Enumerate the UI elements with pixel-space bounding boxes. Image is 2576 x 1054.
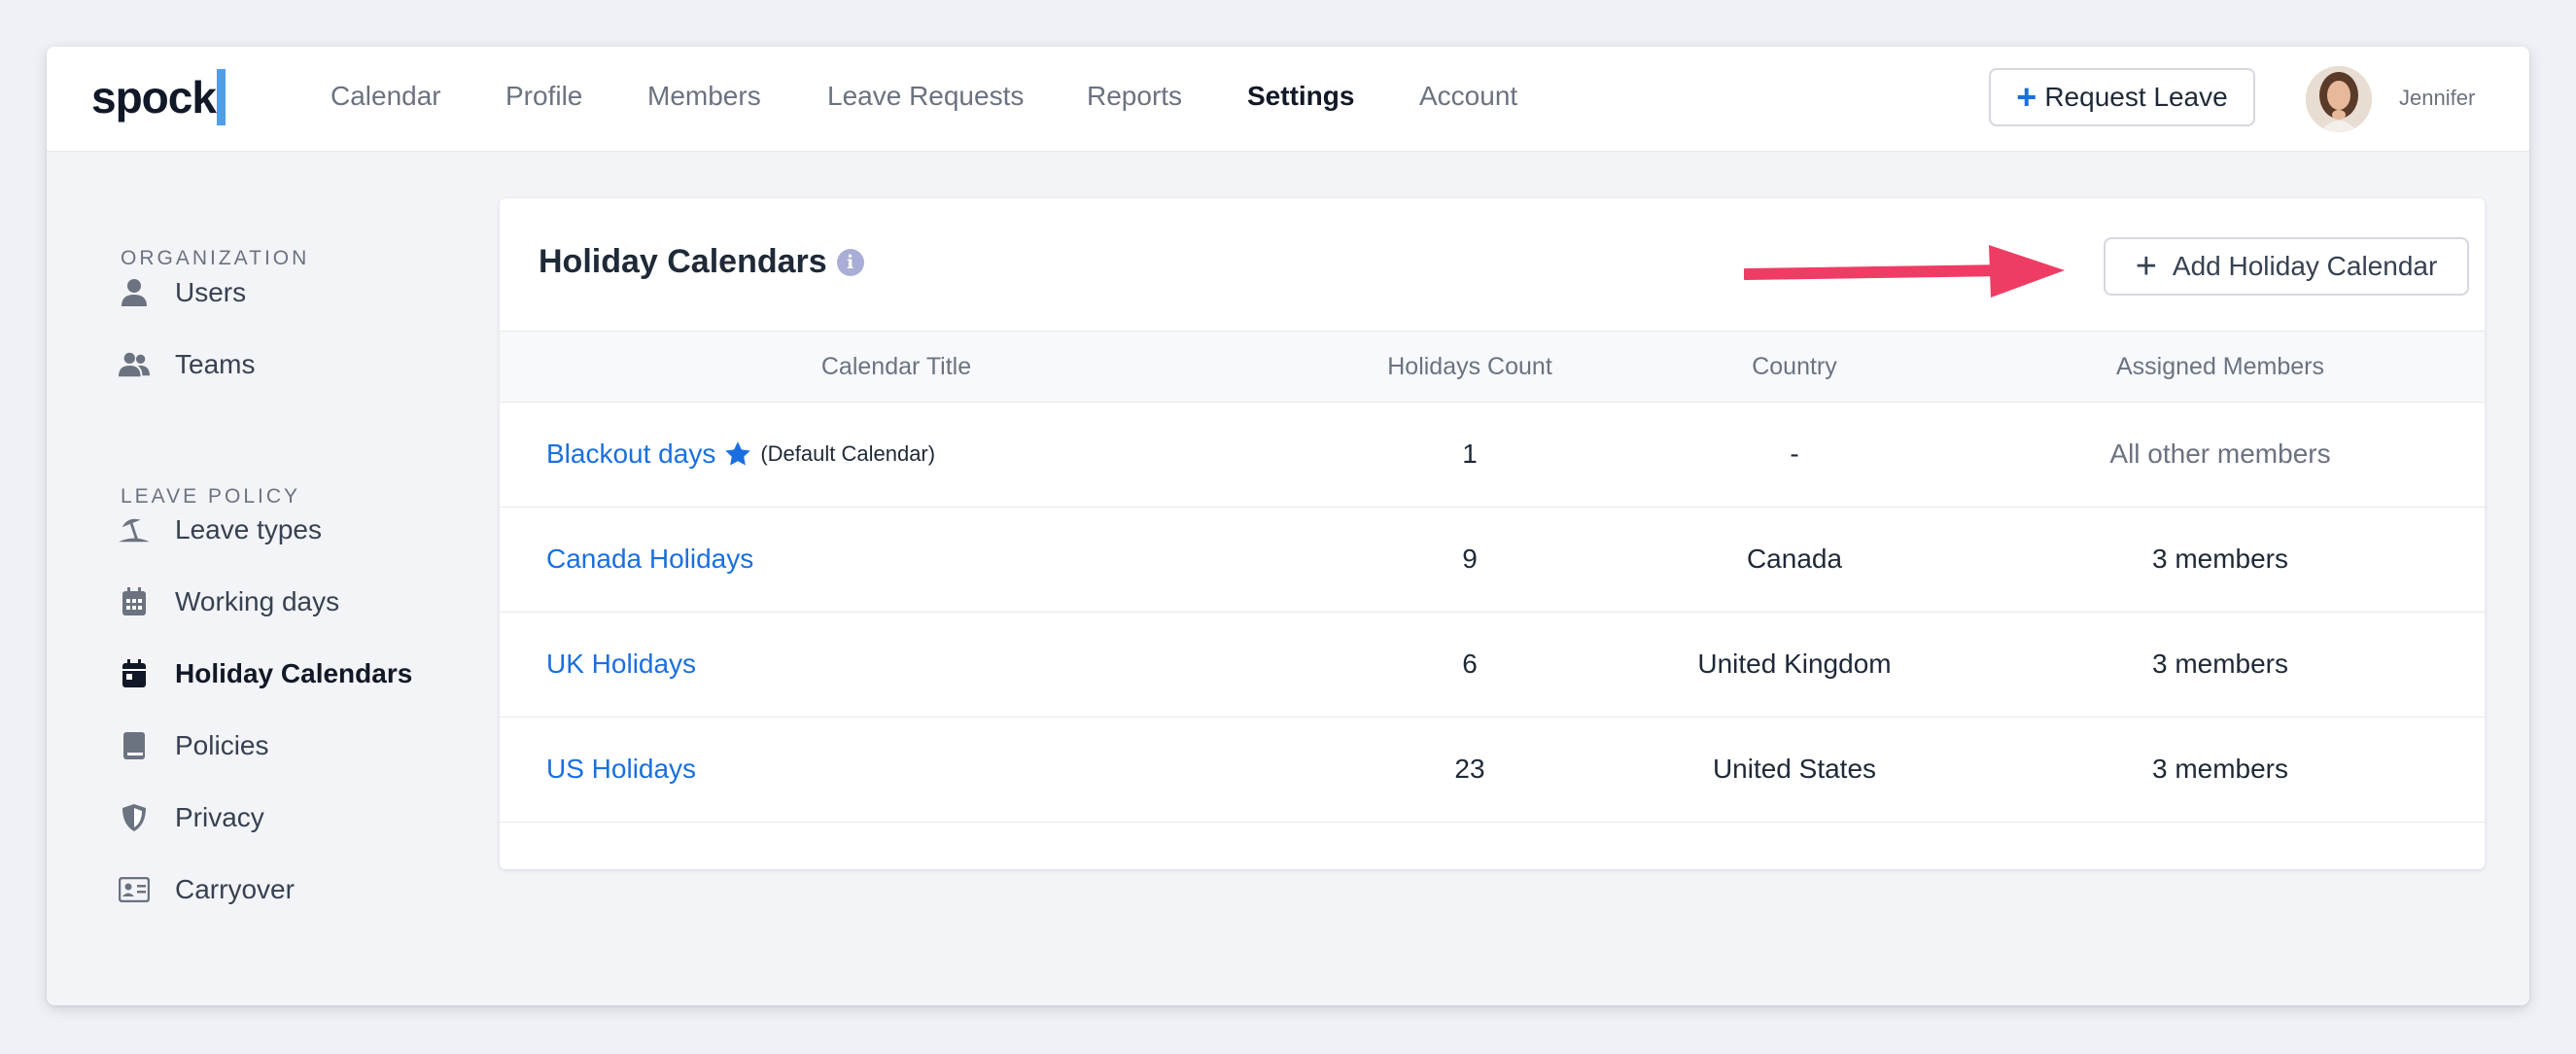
pointer-arrow [1744, 245, 2065, 298]
sidebar-item-teams[interactable]: Teams [119, 340, 488, 389]
calendar-title-cell[interactable]: Blackout days (Default Calendar) [546, 438, 935, 471]
sidebar-item-users[interactable]: Users [119, 268, 488, 317]
user-icon [119, 277, 150, 308]
calendar-title-link[interactable]: UK Holidays [546, 648, 696, 681]
page-title: Holiday Calendars i [539, 243, 864, 281]
calendar-title-link[interactable]: Blackout days [546, 438, 715, 471]
holidays-count-cell: 23 [1454, 754, 1485, 784]
sidebar-item-label: Users [175, 277, 247, 307]
sidebar-item-label: Carryover [175, 874, 295, 904]
sidebar-item-label: Holiday Calendars [175, 658, 413, 688]
request-leave-button[interactable]: + Request Leave [1989, 68, 2255, 126]
column-header-holidays-count[interactable]: Holidays Count [1334, 353, 1606, 381]
country-cell: Canada [1746, 544, 1843, 574]
holidays-count-cell: 6 [1462, 649, 1478, 679]
country-cell: United States [1712, 754, 1877, 784]
nav-profile[interactable]: Profile [505, 80, 582, 113]
table-row[interactable]: Canada Holidays 9 Canada 3 members [500, 508, 2485, 613]
sidebar-item-label: Leave types [175, 514, 322, 545]
shield-icon [119, 802, 150, 833]
nav-settings[interactable]: Settings [1247, 80, 1354, 113]
calendar-title-cell[interactable]: US Holidays [546, 753, 696, 786]
book-icon [119, 730, 150, 761]
holidays-count-cell: 1 [1462, 439, 1478, 469]
sidebar-item-holiday-calendars[interactable]: Holiday Calendars [119, 650, 488, 698]
assigned-members-cell: 3 members [2151, 544, 2289, 574]
sidebar-item-label: Teams [175, 349, 256, 379]
nav-members[interactable]: Members [647, 80, 761, 113]
assigned-members-cell: 3 members [2151, 649, 2289, 679]
calendar-title-cell[interactable]: UK Holidays [546, 648, 696, 681]
page-title-text: Holiday Calendars [539, 243, 827, 280]
section-title-organization: ORGANIZATION [121, 247, 310, 269]
nav-account[interactable]: Account [1419, 80, 1517, 113]
calendar-day-icon [119, 658, 150, 689]
calendar-grid-icon [119, 586, 150, 617]
add-holiday-calendar-label: Add Holiday Calendar [2172, 251, 2438, 281]
id-card-icon [119, 874, 150, 905]
calendar-title-cell[interactable]: Canada Holidays [546, 543, 753, 576]
country-cell: United Kingdom [1697, 649, 1892, 679]
sidebar-item-working-days[interactable]: Working days [119, 578, 488, 626]
assigned-members-cell: 3 members [2151, 754, 2289, 784]
user-avatar[interactable] [2306, 66, 2372, 132]
table-row[interactable]: Blackout days (Default Calendar) 1 - All… [500, 403, 2485, 508]
holidays-count-cell: 9 [1462, 544, 1478, 574]
logo-text: spock [91, 72, 217, 123]
holiday-calendars-card: Holiday Calendars i + Add Holiday Calend… [500, 198, 2485, 869]
nav-reports[interactable]: Reports [1087, 80, 1182, 113]
country-cell: - [1790, 439, 1799, 469]
sidebar-item-label: Working days [175, 586, 340, 616]
table-row[interactable]: UK Holidays 6 United Kingdom 3 members [500, 613, 2485, 718]
user-name[interactable]: Jennifer [2399, 86, 2475, 111]
sidebar-item-privacy[interactable]: Privacy [119, 793, 488, 842]
add-holiday-calendar-button[interactable]: + Add Holiday Calendar [2104, 237, 2469, 296]
column-header-calendar-title[interactable]: Calendar Title [789, 353, 1003, 381]
app-window: spock Calendar Profile Members Leave Req… [47, 47, 2529, 1005]
assigned-members-cell: All other members [2109, 439, 2331, 469]
sidebar-item-label: Privacy [175, 802, 264, 832]
sidebar-item-policies[interactable]: Policies [119, 721, 488, 770]
nav-calendar[interactable]: Calendar [331, 80, 441, 113]
calendar-title-link[interactable]: Canada Holidays [546, 543, 753, 576]
plus-icon: + [2016, 77, 2037, 117]
sidebar-item-label: Policies [175, 730, 269, 760]
table-header: Calendar Title Holidays Count Country As… [500, 331, 2485, 403]
info-icon[interactable]: i [836, 248, 864, 276]
users-icon [119, 349, 150, 380]
nav-leave-requests[interactable]: Leave Requests [827, 80, 1024, 113]
column-header-country[interactable]: Country [1697, 353, 1892, 381]
table-row[interactable]: US Holidays 23 United States 3 members [500, 718, 2485, 823]
sidebar-item-leave-types[interactable]: Leave types [119, 506, 488, 554]
star-icon [723, 439, 752, 469]
logo-cursor-bar [216, 69, 226, 125]
calendar-title-link[interactable]: US Holidays [546, 753, 696, 786]
sidebar-item-carryover[interactable]: Carryover [119, 865, 488, 914]
umbrella-beach-icon [119, 514, 150, 545]
spock-logo[interactable]: spock [91, 66, 226, 128]
default-calendar-tag: (Default Calendar) [760, 441, 936, 466]
request-leave-label: Request Leave [2044, 82, 2228, 112]
column-header-assigned-members[interactable]: Assigned Members [2084, 353, 2356, 381]
avatar-image [2306, 66, 2372, 132]
plus-icon: + [2135, 246, 2157, 287]
top-navbar: spock Calendar Profile Members Leave Req… [47, 47, 2529, 152]
